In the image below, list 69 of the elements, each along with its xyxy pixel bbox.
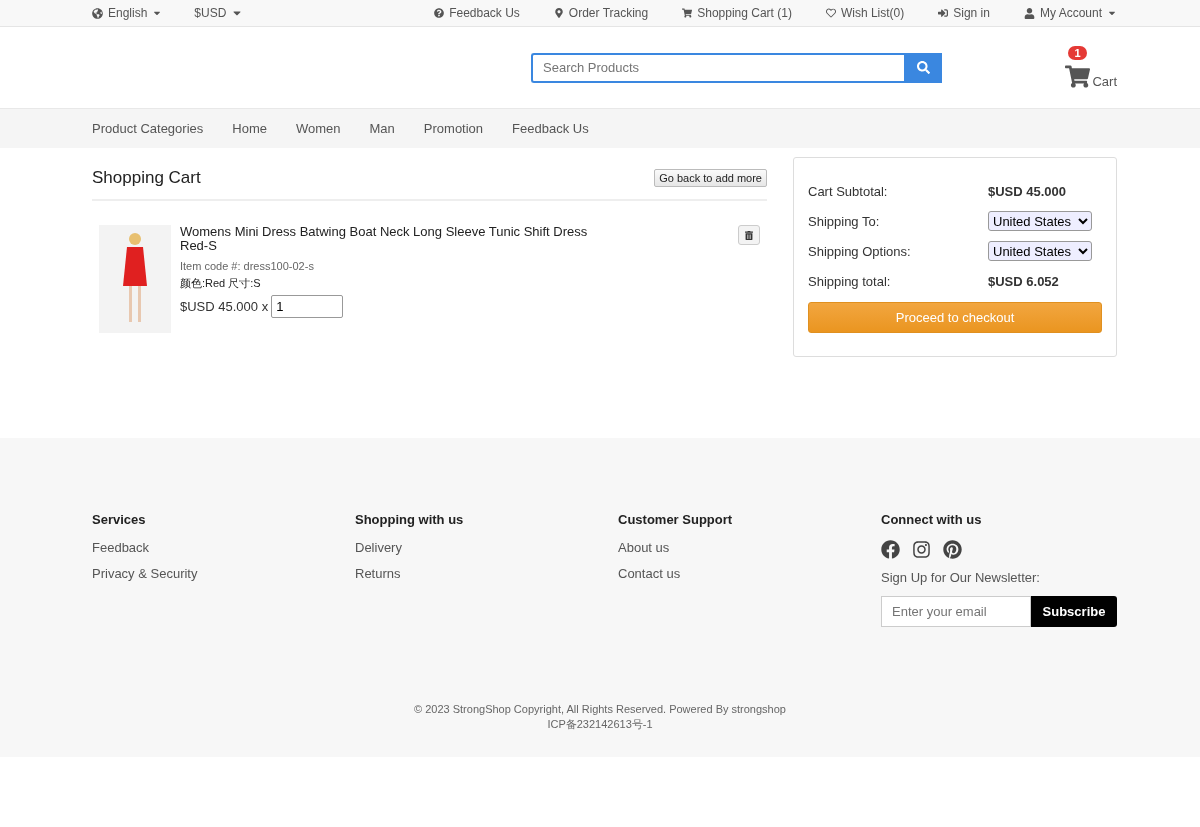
top-link[interactable]: Order Tracking — [553, 6, 649, 20]
cart-icon — [682, 8, 693, 18]
subscribe-button[interactable]: Subscribe — [1031, 596, 1117, 627]
summary-value: $USD 6.052 — [988, 273, 1059, 289]
search-button[interactable] — [904, 52, 942, 83]
summary-value: $USD 45.000 — [988, 183, 1067, 199]
language-selector[interactable]: English — [92, 6, 163, 20]
footer-heading: Customer Support — [618, 512, 734, 527]
delete-button[interactable] — [738, 225, 760, 245]
summary-label: Shipping total: — [808, 273, 892, 289]
user-icon — [1023, 7, 1035, 19]
footer-link[interactable]: Feedback — [92, 540, 355, 555]
nav-link[interactable]: Feedback Us — [512, 121, 589, 136]
nav-link[interactable]: Product Categories — [92, 121, 204, 136]
currency-selector[interactable]: $USD — [194, 6, 244, 20]
cart-count-badge: 1 — [1068, 46, 1087, 60]
back-button[interactable]: Go back to add more — [654, 169, 767, 187]
top-link-label: Wish List(0) — [840, 6, 905, 20]
heart-icon — [825, 8, 836, 18]
top-link-label: Order Tracking — [568, 6, 649, 20]
footer-heading: Services — [92, 512, 147, 527]
footer-link[interactable]: Returns — [355, 566, 618, 581]
icp-text: ICP备232142613号-1 — [546, 717, 654, 732]
footer-heading: Shopping with us — [355, 512, 465, 527]
footer-link[interactable]: Privacy & Security — [92, 566, 355, 581]
summary-label: Shipping To: — [808, 213, 881, 229]
pinterest-icon[interactable] — [943, 540, 962, 559]
help-icon — [434, 8, 445, 18]
facebook-icon[interactable] — [881, 540, 900, 559]
account-label: My Account — [1039, 6, 1102, 20]
nav-link[interactable]: Man — [369, 121, 395, 136]
product-options: 颜色:Red 尺寸:S — [180, 276, 600, 291]
newsletter-label: Sign Up for Our Newsletter: — [881, 570, 1041, 585]
footer-link[interactable]: Delivery — [355, 540, 618, 555]
top-link[interactable]: Wish List(0) — [825, 6, 905, 20]
header-cart[interactable]: Cart 1 — [1065, 46, 1117, 89]
top-link-label: Feedback Us — [449, 6, 520, 20]
language-label: English — [108, 6, 148, 20]
summary-label: Cart Subtotal: — [808, 183, 889, 199]
shipping-select[interactable]: United States — [988, 211, 1092, 231]
product-price: $USD 45.000 x — [180, 299, 269, 314]
top-link[interactable]: Sign in — [938, 6, 990, 20]
trash-icon — [745, 229, 753, 241]
globe-icon — [92, 7, 103, 19]
summary-label: Shipping Options: — [808, 243, 912, 259]
footer-heading: Connect with us — [881, 512, 983, 527]
nav-link[interactable]: Women — [295, 121, 341, 136]
page-title: Shopping Cart — [92, 168, 201, 188]
sign-in-icon — [938, 8, 949, 18]
nav-link[interactable]: Home — [232, 121, 267, 136]
top-link[interactable]: Feedback Us — [434, 6, 520, 20]
copyright-text: © 2023 StrongShop Copyright, All Rights Reserved. Powered By strongshop — [413, 702, 787, 717]
search-field[interactable]: Search Products — [531, 52, 904, 83]
top-link-label: Sign in — [953, 6, 990, 20]
quantity-field[interactable]: 1 — [271, 295, 344, 318]
product-name[interactable]: Womens Mini Dress Batwing Boat Neck Long Sleeve Tunic Shift Dress Red-S — [180, 225, 600, 253]
instagram-icon[interactable] — [912, 540, 931, 559]
map-pin-icon — [553, 8, 564, 18]
nav-link[interactable]: Promotion — [423, 121, 484, 136]
item-code: Item code #: dress100-02-s — [180, 260, 315, 272]
email-field[interactable]: Enter your email — [881, 596, 1031, 627]
cart-label: Cart — [1092, 74, 1117, 89]
footer-link[interactable]: Contact us — [618, 566, 881, 581]
search-icon — [916, 61, 930, 74]
footer-link[interactable]: About us — [618, 540, 881, 555]
cart-icon — [1065, 64, 1091, 89]
currency-label: $USD — [194, 6, 227, 20]
shipping-select[interactable]: United States — [988, 241, 1092, 261]
account-menu[interactable]: My Account — [1023, 6, 1117, 20]
